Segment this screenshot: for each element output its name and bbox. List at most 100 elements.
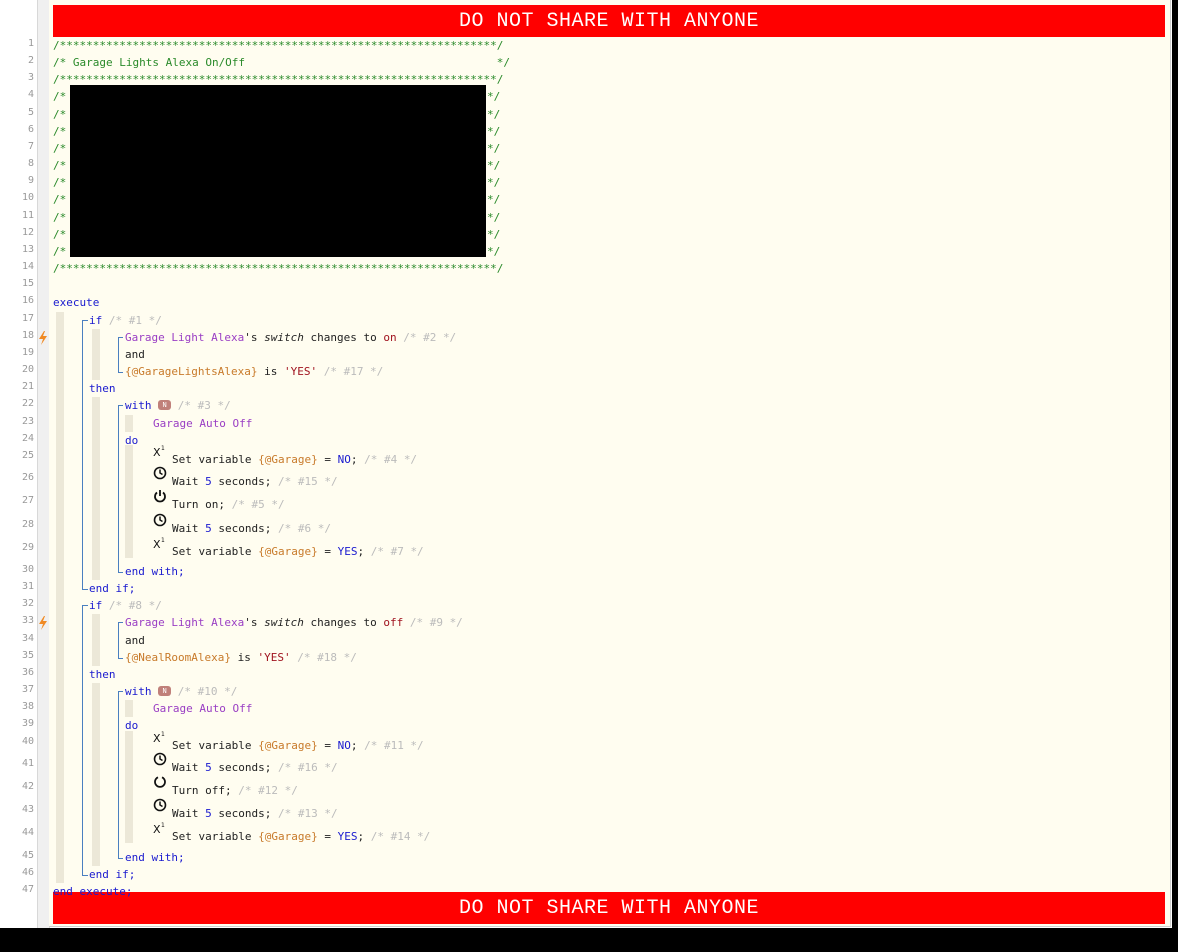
statement-id: /* #11 */ <box>364 739 424 752</box>
n-badge: N <box>158 686 172 696</box>
block-cap <box>118 405 123 406</box>
line-number: 14 <box>21 261 34 272</box>
header-comment-close: */ <box>487 191 500 208</box>
value: off <box>383 616 404 629</box>
clock-icon <box>153 513 167 527</box>
indent-guide <box>92 329 100 380</box>
svg-text:1: 1 <box>161 822 165 829</box>
line-number: 7 <box>27 141 34 152</box>
statement-id: /* #13 */ <box>277 807 338 820</box>
variable-icon: X1 <box>153 536 167 551</box>
line-number: 36 <box>21 667 34 678</box>
action-row: Set variable {@Garage} = YES; /* #14 */ <box>172 828 430 845</box>
keyword-end-if: end if; <box>89 868 136 881</box>
action-text: Set variable <box>172 453 259 466</box>
indent-guide <box>92 397 100 580</box>
trigger-bolt-icon <box>38 616 48 630</box>
comment-close: */ <box>487 159 501 172</box>
block-cap <box>118 691 123 692</box>
header-comment-close: */ <box>487 140 500 157</box>
operator-and: and <box>125 346 145 363</box>
indent-guide <box>92 683 100 866</box>
redacted-region <box>70 85 486 257</box>
indent-guide <box>125 415 133 432</box>
svg-text:1: 1 <box>161 445 165 452</box>
text: changes to <box>303 616 384 629</box>
statement-id: /* #3 */ <box>177 399 231 412</box>
text: seconds; <box>211 522 272 535</box>
comment-close: */ <box>487 176 501 189</box>
value: NO <box>337 453 351 466</box>
text: = <box>317 739 338 752</box>
header-comment-line: /* <box>53 174 66 191</box>
line-number: 20 <box>21 364 34 375</box>
keyword-execute: execute <box>53 296 100 309</box>
line-number: 46 <box>21 867 34 878</box>
power-icon <box>153 489 167 503</box>
comment-open: /* <box>53 176 67 189</box>
action-row: Wait 5 seconds; /* #16 */ <box>172 759 338 776</box>
statement-id: /* #6 */ <box>277 522 331 535</box>
variable-name: {@Garage} <box>258 739 318 752</box>
line-number: 43 <box>21 804 34 815</box>
with-device: Garage Auto Off <box>153 415 252 432</box>
block-cap <box>118 572 123 573</box>
block-cap <box>118 337 123 338</box>
header-border: /***************************************… <box>53 260 503 277</box>
action-row: Wait 5 seconds; /* #13 */ <box>172 805 338 822</box>
action-row: Turn on; /* #5 */ <box>172 496 285 513</box>
svg-text:1: 1 <box>161 731 165 738</box>
variable-icon: X1 <box>153 444 167 459</box>
line-number: 6 <box>27 124 34 135</box>
header-comment-close: */ <box>487 88 500 105</box>
svg-text:X: X <box>153 446 161 458</box>
line-number: 2 <box>27 55 34 66</box>
text: seconds; <box>211 807 272 820</box>
text: seconds; <box>211 761 272 774</box>
line-number: 11 <box>21 210 34 221</box>
clock-icon <box>153 752 167 766</box>
line-number: 25 <box>21 450 34 461</box>
attribute-name: switch <box>264 616 304 629</box>
action-row: Set variable {@Garage} = YES; /* #7 */ <box>172 543 424 560</box>
statement-id: /* #9 */ <box>409 616 463 629</box>
text: is <box>257 365 284 378</box>
with-block-line <box>118 691 119 858</box>
variable-name: {@Garage} <box>258 545 318 558</box>
comment-text: /***************************************… <box>53 39 504 52</box>
action-text: Wait <box>172 807 206 820</box>
warning-banner-top: DO NOT SHARE WITH ANYONE <box>53 5 1165 37</box>
line-number: 29 <box>21 542 34 553</box>
header-comment-close: */ <box>487 243 500 260</box>
condition-block-line <box>118 622 119 658</box>
indent-guide <box>125 731 133 843</box>
warning-banner-bottom: DO NOT SHARE WITH ANYONE <box>53 892 1165 924</box>
header-title: /* Garage Lights Alexa On/Off */ <box>53 54 510 71</box>
block-cap <box>118 372 123 373</box>
line-number: 23 <box>21 416 34 427</box>
keyword-then: then <box>89 668 116 681</box>
comment-close: */ <box>487 125 501 138</box>
header-comment-close: */ <box>487 209 500 226</box>
block-cap <box>82 605 88 606</box>
indent-guide <box>125 700 133 717</box>
if-statement: if /* #8 */ <box>89 597 162 614</box>
block-cap <box>118 658 123 659</box>
line-number: 27 <box>21 495 34 506</box>
header-comment-line: /* <box>53 226 66 243</box>
line-number: 31 <box>21 581 34 592</box>
block-cap <box>118 622 123 623</box>
statement-id: /* #12 */ <box>238 784 298 797</box>
header-border: /***************************************… <box>53 37 503 54</box>
line-number: 28 <box>21 519 34 530</box>
end-with: end with; <box>125 563 185 580</box>
action-row: Set variable {@Garage} = NO; /* #4 */ <box>172 451 417 468</box>
header-comment-close: */ <box>487 123 500 140</box>
indent-guide <box>125 445 133 558</box>
line-number: 35 <box>21 650 34 661</box>
